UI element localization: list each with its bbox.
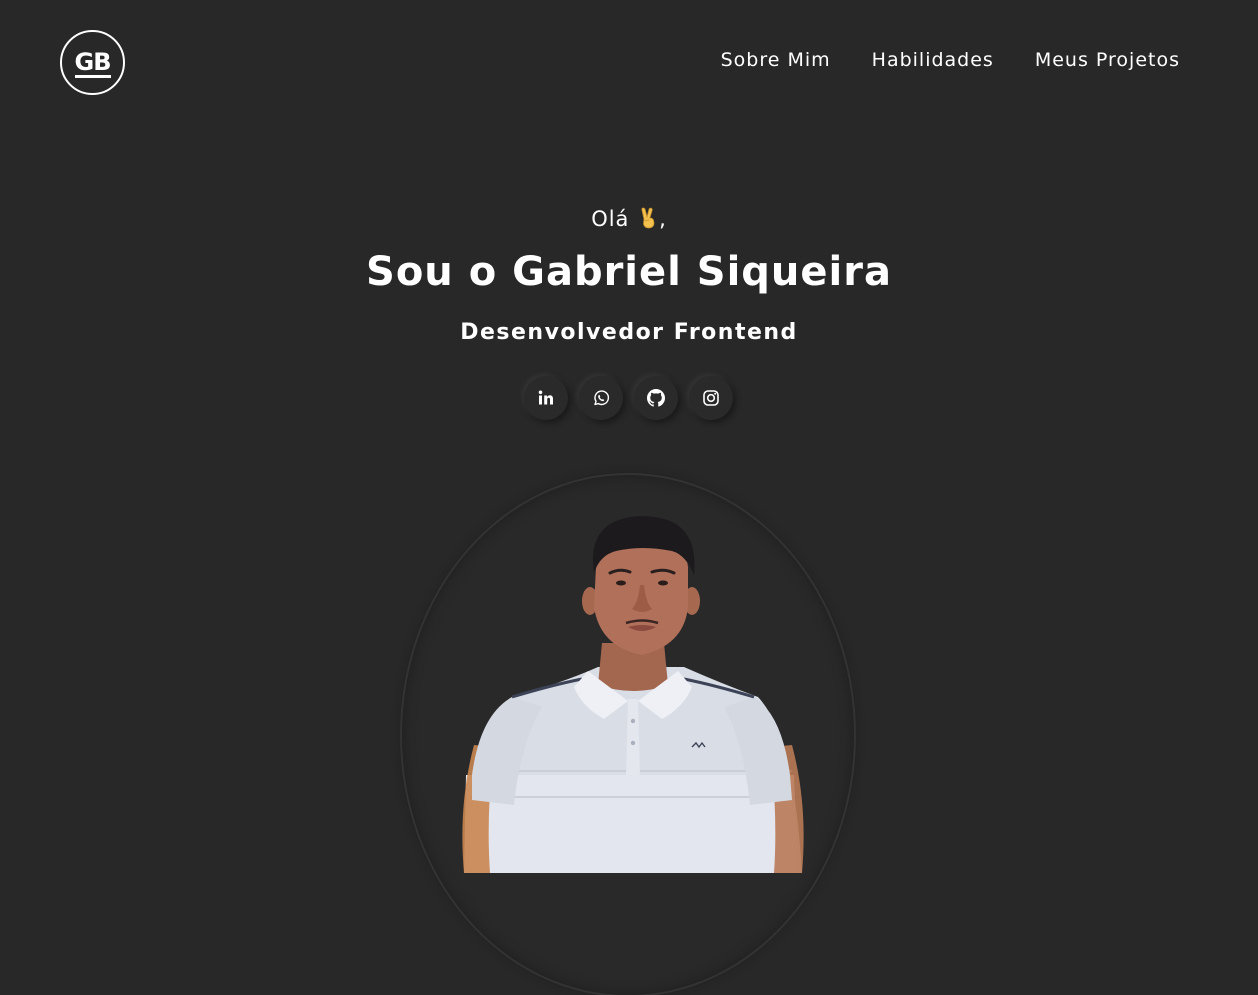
linkedin-icon — [538, 390, 553, 405]
profile-photo — [462, 516, 804, 873]
github-icon — [647, 389, 665, 407]
linkedin-button[interactable] — [524, 376, 568, 420]
whatsapp-icon — [594, 390, 610, 406]
nav-link-about[interactable]: Sobre Mim — [721, 49, 831, 71]
hero-subtitle: Desenvolvedor Frontend — [460, 320, 798, 345]
nav-link-skills[interactable]: Habilidades — [872, 49, 994, 71]
logo-text: GB — [74, 47, 112, 78]
greeting-suffix: , — [659, 207, 667, 231]
github-button[interactable] — [634, 376, 678, 420]
logo-badge[interactable]: GB — [60, 30, 125, 95]
social-links — [524, 376, 733, 420]
main-nav: Sobre Mim Habilidades Meus Projetos — [721, 49, 1180, 71]
profile-photo-frame — [402, 475, 854, 995]
greeting-text: Olá — [591, 207, 630, 231]
instagram-button[interactable] — [689, 376, 733, 420]
victory-hand-emoji — [641, 207, 655, 229]
nav-link-projects[interactable]: Meus Projetos — [1035, 49, 1180, 71]
instagram-icon — [703, 390, 719, 406]
greeting: Olá , — [0, 207, 1258, 231]
whatsapp-button[interactable] — [579, 376, 623, 420]
hero-title: Sou o Gabriel Siqueira — [366, 249, 892, 295]
